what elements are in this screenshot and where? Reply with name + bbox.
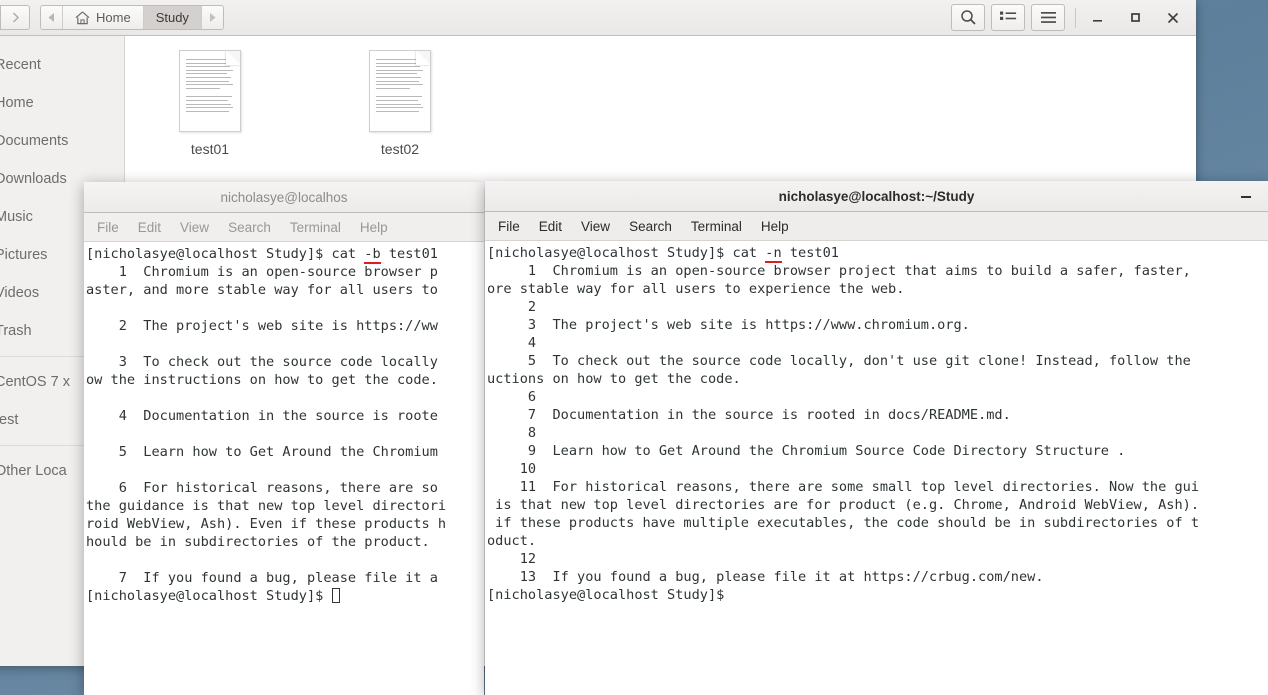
navigation-buttons: [0, 5, 30, 30]
text-document-icon: [179, 50, 241, 132]
minimize-icon: [1241, 196, 1251, 198]
maximize-icon: [1130, 13, 1140, 22]
triangle-right-icon: [209, 13, 216, 22]
sidebar-label: Videos: [0, 285, 40, 301]
file-name-label: test01: [190, 141, 230, 157]
file-name-label: test02: [380, 141, 420, 157]
sidebar-item-documents[interactable]: Documents: [0, 122, 124, 160]
close-icon: [1167, 12, 1179, 23]
list-view-icon: [999, 11, 1016, 20]
breadcrumb: Home Study: [40, 5, 224, 30]
file-manager-header: Home Study: [0, 0, 1196, 36]
terminal-left-command-suffix: test01: [380, 246, 438, 262]
close-button[interactable]: [1156, 3, 1190, 33]
forward-button[interactable]: [0, 5, 30, 30]
terminal-right-title: nicholasye@localhost:~/Study: [778, 188, 975, 204]
terminal-left-command-prefix: cat: [331, 246, 365, 262]
sidebar-item-recent[interactable]: Recent: [0, 46, 124, 84]
maximize-button[interactable]: [1118, 3, 1152, 33]
breadcrumb-item-home[interactable]: Home: [63, 6, 144, 29]
home-icon: [75, 10, 90, 24]
menu-item-search[interactable]: Search: [629, 219, 672, 234]
sidebar-label: Recent: [0, 57, 41, 73]
menu-item-file[interactable]: File: [97, 220, 119, 235]
file-item-test02[interactable]: test02: [345, 50, 455, 157]
terminal-right-minimize-button[interactable]: [1239, 181, 1253, 211]
sidebar-label: Music: [0, 209, 33, 225]
terminal-left-output[interactable]: [nicholasye@localhost Study]$ cat -b tes…: [84, 242, 484, 695]
sidebar-label: Documents: [0, 133, 69, 149]
minimize-icon: [1092, 20, 1102, 22]
terminal-left-prompt: [nicholasye@localhost Study]$: [86, 246, 332, 262]
search-button[interactable]: [951, 4, 985, 31]
sidebar-label: test: [0, 412, 19, 428]
menu-item-terminal[interactable]: Terminal: [691, 219, 742, 234]
breadcrumb-item-study[interactable]: Study: [143, 6, 202, 29]
sidebar-label: Pictures: [0, 247, 48, 263]
sidebar-label: Trash: [0, 323, 32, 339]
terminal-cursor: [331, 588, 340, 603]
terminal-window-left[interactable]: nicholasye@localhos File Edit View Searc…: [84, 182, 484, 695]
breadcrumb-next-button[interactable]: [201, 6, 223, 29]
menu-item-terminal[interactable]: Terminal: [290, 220, 341, 235]
terminal-right-menubar: File Edit View Search Terminal Help: [485, 212, 1268, 241]
terminal-window-right[interactable]: nicholasye@localhost:~/Study File Edit V…: [485, 181, 1268, 695]
terminal-left-command-flag: -b: [364, 246, 381, 264]
menu-item-search[interactable]: Search: [228, 220, 271, 235]
terminal-left-titlebar[interactable]: nicholasye@localhos: [84, 182, 484, 213]
sidebar-item-home[interactable]: Home: [0, 84, 124, 122]
file-item-test01[interactable]: test01: [155, 50, 265, 157]
terminal-left-title: nicholasye@localhos: [220, 189, 348, 205]
terminal-left-menubar: File Edit View Search Terminal Help: [84, 213, 484, 242]
terminal-right-command-output: 1 Chromium is an open-source browser pro…: [487, 263, 1200, 585]
menu-item-edit[interactable]: Edit: [138, 220, 161, 235]
triangle-left-icon: [48, 13, 54, 22]
menu-item-view[interactable]: View: [581, 219, 610, 234]
terminal-right-command-suffix: test01: [781, 245, 839, 261]
hamburger-menu-icon: [1040, 12, 1056, 23]
sidebar-label: Home: [0, 95, 34, 111]
terminal-right-prompt: [nicholasye@localhost Study]$: [487, 245, 733, 261]
search-icon: [960, 10, 976, 25]
breadcrumb-study-label: Study: [155, 10, 189, 25]
view-toggle-button[interactable]: [991, 4, 1025, 31]
breadcrumb-home-label: Home: [96, 10, 131, 25]
sidebar-label: CentOS 7 x: [0, 374, 70, 390]
menu-item-help[interactable]: Help: [360, 220, 388, 235]
terminal-right-command-prefix: cat: [732, 245, 766, 261]
text-document-icon: [369, 50, 431, 132]
menu-item-help[interactable]: Help: [761, 219, 789, 234]
menu-item-view[interactable]: View: [180, 220, 209, 235]
sidebar-label: Downloads: [0, 171, 67, 187]
sidebar-label: Other Loca: [0, 463, 67, 479]
header-controls: [945, 0, 1190, 35]
minimize-button[interactable]: [1080, 3, 1114, 33]
terminal-right-titlebar[interactable]: nicholasye@localhost:~/Study: [485, 181, 1268, 212]
terminal-left-command-output: 1 Chromium is an open-source browser p a…: [86, 264, 447, 586]
terminal-left-final-prompt: [nicholasye@localhost Study]$: [86, 588, 332, 604]
menu-item-file[interactable]: File: [498, 219, 520, 234]
terminal-right-command-flag: -n: [765, 245, 782, 263]
menu-button[interactable]: [1031, 4, 1065, 31]
terminal-right-final-prompt: [nicholasye@localhost Study]$: [487, 587, 733, 603]
chevron-right-icon: [12, 12, 19, 23]
breadcrumb-prev-button[interactable]: [41, 6, 63, 29]
file-grid: test01 test02: [155, 50, 1196, 157]
terminal-right-output[interactable]: [nicholasye@localhost Study]$ cat -n tes…: [485, 241, 1268, 695]
menu-item-edit[interactable]: Edit: [539, 219, 562, 234]
header-separator: [1075, 7, 1076, 28]
